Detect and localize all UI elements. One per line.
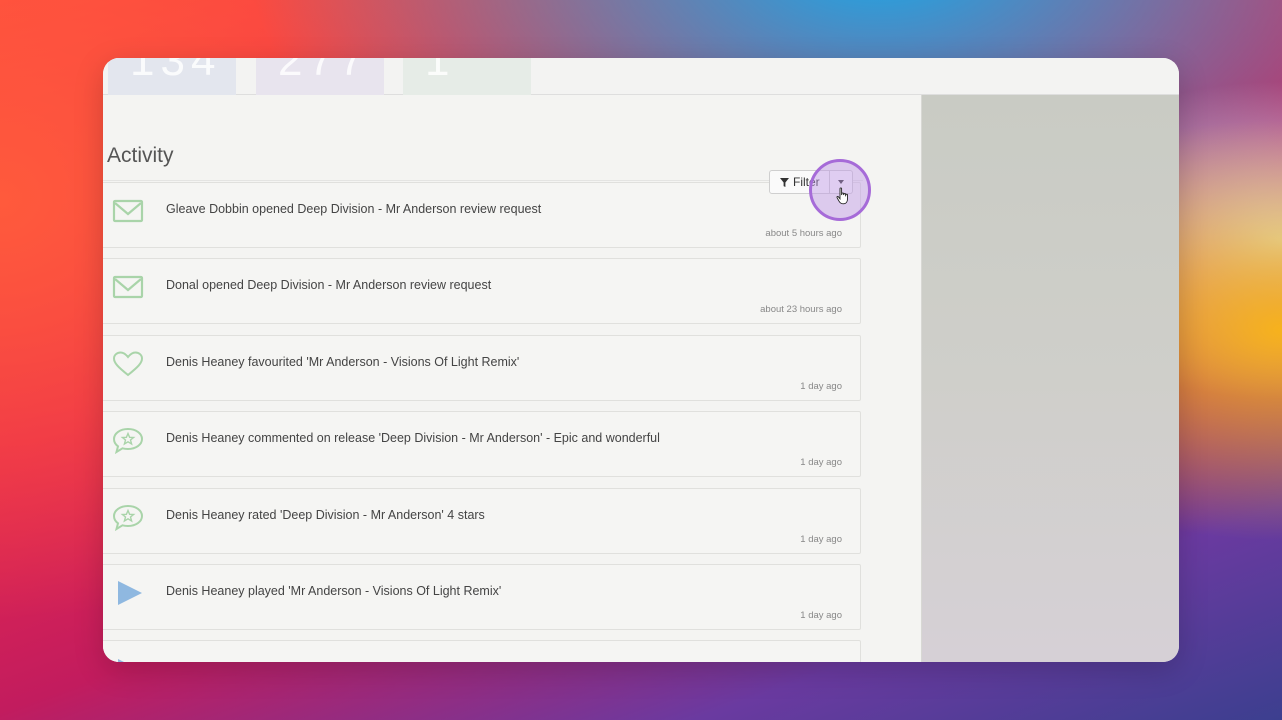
activity-item[interactable]: Denis Heaney commented on release 'Deep … [103,411,861,477]
activity-text: Denis Heaney rated 'Deep Division - Mr A… [166,508,485,522]
funnel-icon [780,177,789,187]
activity-item[interactable]: Denis Heaney rated 'Deep Division - Mr A… [103,488,861,554]
stat-card-3[interactable]: 1 [403,58,531,100]
right-panel [922,95,1179,662]
comment-star-icon [112,427,144,454]
activity-item[interactable]: Denis Heaney played 'Mr Anderson - Visio… [103,564,861,630]
stat-card-2[interactable]: 277 [256,58,384,100]
activity-text: Donal opened Deep Division - Mr Anderson… [166,278,492,292]
stat-card-1[interactable]: 134 [108,58,236,100]
comment-star-icon [112,504,144,531]
app-window: 134 277 1 Activity Gleave Dobbin opened … [103,58,1179,662]
activity-item[interactable]: Donal opened Deep Division - Mr Anderson… [103,258,861,324]
stat-value-3: 1 [425,58,456,85]
activity-time: 1 day ago [800,457,842,468]
activity-text: Denis Heaney played 'Mr Anderson - Visio… [166,584,502,598]
envelope-icon [112,199,144,223]
hand-cursor-icon [836,187,848,205]
stat-value-2: 277 [278,58,370,85]
envelope-icon [112,275,144,299]
top-bar: 134 277 1 [103,58,1179,100]
activity-item[interactable]: Gleave Dobbin opened Deep Division - Mr … [103,182,861,248]
activity-item[interactable]: Denis Heaney favourited 'Mr Anderson - V… [103,335,861,401]
heart-icon [112,351,144,377]
activity-time: about 5 hours ago [765,228,842,239]
play-icon [118,581,142,605]
activity-time: about 23 hours ago [760,304,842,315]
activity-time: 1 day ago [800,534,842,545]
activity-text: Denis Heaney commented on release 'Deep … [166,431,660,445]
activity-time: 1 day ago [800,381,842,392]
activity-text: Denis Heaney favourited 'Mr Anderson - V… [166,355,520,369]
activity-item[interactable] [103,640,861,662]
activity-time: 1 day ago [800,610,842,621]
play-icon [118,659,124,662]
activity-text: Gleave Dobbin opened Deep Division - Mr … [166,202,542,216]
activity-heading: Activity [107,144,174,167]
heading-divider [103,180,863,181]
stat-value-1: 134 [130,58,222,85]
